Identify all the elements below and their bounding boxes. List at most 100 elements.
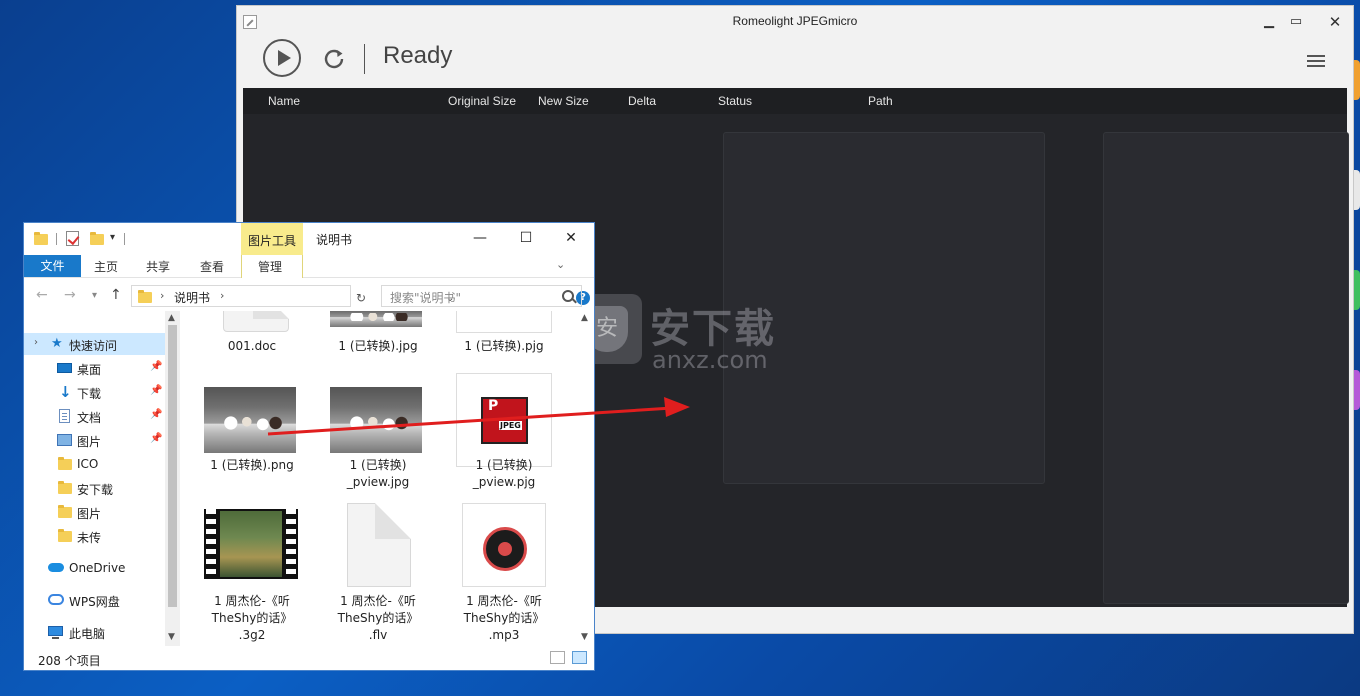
file-item[interactable]: 1 周杰伦-《听 TheShy的话》 .flv: [316, 503, 440, 646]
file-name: 1 (已转换).jpg: [338, 339, 418, 353]
file-name: 1 周杰伦-《听 TheShy的话》 .3g2: [211, 594, 293, 642]
file-item[interactable]: 1 (已转换).pjg: [442, 311, 566, 355]
large-icons-view-icon[interactable]: [572, 651, 587, 664]
details-view-icon[interactable]: [550, 651, 565, 664]
customize-quick-access-icon[interactable]: ▾: [110, 232, 115, 243]
content-scrollbar[interactable]: ▲ ▼: [577, 311, 592, 646]
explorer-window: ▾ 图片工具 说明书 — ☐ ✕ 文件 主页 共享 查看 ⌄ ? 管理 ← → …: [23, 222, 595, 671]
image-thumbnail: [204, 387, 296, 453]
sidebar-item-anxiazai[interactable]: 安下载: [24, 477, 166, 499]
jpegmicro-titlebar[interactable]: Romeolight JPEGmicro ▁ ▭ ✕: [237, 6, 1353, 36]
sidebar-item-desktop[interactable]: 桌面 📌: [24, 357, 166, 379]
search-input[interactable]: 搜索"说明书": [381, 285, 582, 307]
folder-icon: [34, 232, 48, 245]
close-button[interactable]: ✕: [1325, 12, 1345, 32]
new-folder-icon[interactable]: [90, 232, 104, 245]
maximize-button[interactable]: ☐: [506, 227, 546, 249]
drop-overlay-ghost: [1103, 132, 1349, 604]
explorer-titlebar[interactable]: ▾ 图片工具 说明书 — ☐ ✕: [24, 223, 594, 255]
sidebar-scrollbar[interactable]: ▲ ▼: [165, 311, 180, 646]
tab-manage[interactable]: 管理: [258, 258, 283, 275]
column-header[interactable]: New Size: [538, 94, 589, 108]
file-name: 1 (已转换) _pview.pjg: [472, 458, 536, 489]
tab-file[interactable]: 文件: [24, 255, 81, 277]
refresh-icon[interactable]: [320, 45, 348, 73]
sidebar-item-pictures[interactable]: 图片 📌: [24, 429, 166, 451]
sidebar-item-ico[interactable]: ICO: [24, 453, 166, 475]
file-item[interactable]: 1 周杰伦-《听 TheShy的话》 .3g2: [190, 509, 314, 646]
refresh-icon[interactable]: ↻: [356, 291, 366, 305]
maximize-button[interactable]: ▭: [1286, 12, 1306, 32]
sidebar-item-label: 快速访问: [69, 339, 118, 353]
sidebar-item-onedrive[interactable]: OneDrive: [24, 557, 166, 579]
pin-icon: 📌: [150, 409, 163, 420]
blank-file-icon: [347, 503, 411, 587]
scroll-down-icon[interactable]: ▼: [581, 632, 588, 642]
chevron-down-icon[interactable]: ⌄: [556, 258, 565, 271]
sidebar-item-quick-access[interactable]: › ★ 快速访问: [24, 333, 166, 355]
sidebar-item-downloads[interactable]: ↓ 下载 📌: [24, 381, 166, 403]
sidebar-item-label: 安下载: [77, 483, 114, 497]
sidebar-item-label: 文档: [77, 411, 102, 425]
sidebar-item-this-pc[interactable]: 此电脑: [24, 621, 166, 643]
video-thumbnail: [204, 509, 298, 579]
sidebar-item-documents[interactable]: 文档 📌: [24, 405, 166, 427]
column-header[interactable]: Delta: [628, 94, 656, 108]
search-icon[interactable]: [562, 290, 574, 302]
forward-arrow-icon[interactable]: →: [64, 287, 76, 303]
tab-home[interactable]: 主页: [94, 258, 118, 275]
folder-icon: [58, 505, 72, 518]
file-list[interactable]: 001.doc 1 (已转换).jpg 1 (已转换).pjg 1 (已转换).…: [182, 311, 580, 646]
sidebar-item-label: WPS网盘: [69, 595, 120, 609]
file-item[interactable]: 1 (已转换).png: [190, 373, 314, 493]
tab-share[interactable]: 共享: [146, 258, 170, 275]
sidebar-item-wps[interactable]: WPS网盘: [24, 589, 166, 611]
watermark: 安 安下载 anxz.com: [572, 294, 812, 390]
hamburger-menu-icon[interactable]: [1307, 55, 1325, 67]
breadcrumb-separator-icon[interactable]: ›: [220, 289, 224, 302]
file-name: 1 周杰伦-《听 TheShy的话》 .mp3: [463, 594, 545, 642]
column-header[interactable]: Name: [268, 94, 300, 108]
scroll-up-icon[interactable]: ▲: [581, 313, 588, 323]
close-button[interactable]: ✕: [551, 227, 591, 249]
folder-icon: [58, 481, 72, 494]
breadcrumb-separator-icon[interactable]: ›: [160, 289, 164, 302]
pin-icon: 📌: [150, 385, 163, 396]
expand-chevron-icon[interactable]: ›: [34, 337, 38, 348]
file-item[interactable]: 001.doc: [190, 311, 314, 355]
watermark-domain: anxz.com: [652, 346, 768, 374]
tab-view[interactable]: 查看: [200, 258, 224, 275]
minimize-button[interactable]: —: [460, 227, 500, 249]
scroll-up-icon[interactable]: ▲: [168, 313, 175, 323]
sidebar-item-label: ICO: [77, 457, 99, 471]
computer-icon: [48, 626, 63, 639]
scroll-down-icon[interactable]: ▼: [168, 632, 175, 642]
breadcrumb[interactable]: 说明书: [174, 289, 210, 306]
column-header[interactable]: Status: [718, 94, 752, 108]
up-arrow-icon[interactable]: ↑: [110, 287, 122, 303]
folder-icon: [58, 529, 72, 542]
minimize-button[interactable]: ▁: [1259, 12, 1279, 32]
address-bar[interactable]: › 说明书 › ⌄: [131, 285, 454, 307]
scrollbar-thumb[interactable]: [168, 325, 177, 607]
onedrive-cloud-icon: [48, 563, 64, 572]
status-text: Ready: [383, 42, 453, 69]
file-item[interactable]: 1 周杰伦-《听 TheShy的话》 .mp3: [442, 503, 566, 646]
sidebar-item-label: 桌面: [77, 363, 102, 377]
column-header[interactable]: Original Size: [448, 94, 516, 108]
status-bar: 208 个项目: [24, 646, 594, 670]
file-item[interactable]: 1 (已转换) _pview.pjg: [442, 373, 566, 493]
toolbar-separator: [364, 44, 365, 74]
sidebar-item-label: 此电脑: [69, 627, 106, 641]
back-arrow-icon[interactable]: ←: [36, 287, 48, 303]
picture-tools-label: 图片工具: [248, 234, 297, 248]
play-button[interactable]: [263, 39, 301, 77]
column-header[interactable]: Path: [868, 94, 893, 108]
sidebar-item-pictures-folder[interactable]: 图片: [24, 501, 166, 523]
recent-locations-icon[interactable]: ▾: [92, 290, 97, 301]
image-thumbnail: [330, 311, 422, 327]
file-item[interactable]: 1 (已转换) _pview.jpg: [316, 373, 440, 493]
sidebar-item-weichuan[interactable]: 未传: [24, 525, 166, 547]
file-item[interactable]: 1 (已转换).jpg: [316, 311, 440, 355]
properties-icon[interactable]: [66, 231, 79, 246]
